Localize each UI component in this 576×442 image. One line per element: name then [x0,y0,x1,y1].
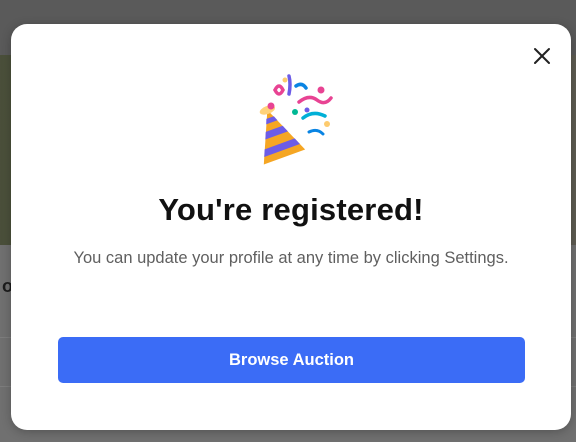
browse-auction-button[interactable]: Browse Auction [58,337,525,383]
registration-success-modal: You're registered! You can update your p… [11,24,571,430]
close-icon [534,48,550,64]
party-popper-icon [259,74,333,165]
modal-message: You can update your profile at any time … [73,249,509,267]
modal-title: You're registered! [158,192,424,227]
close-button[interactable] [527,41,557,71]
